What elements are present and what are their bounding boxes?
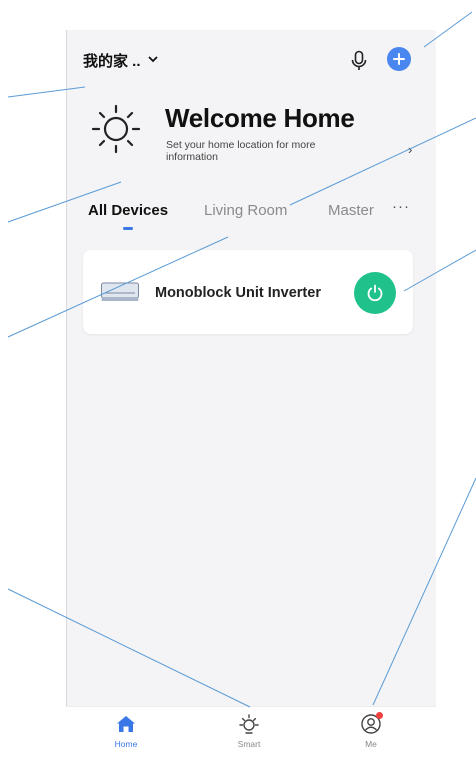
nav-me-label: Me xyxy=(365,739,377,749)
home-icon xyxy=(117,716,135,732)
chevron-down-icon xyxy=(147,55,158,66)
welcome-title: Welcome Home xyxy=(165,103,355,133)
chevron-right-icon: › xyxy=(408,142,413,157)
bottom-navigation: Home Smart Me xyxy=(66,706,436,762)
header: 我的家 .. xyxy=(66,30,436,90)
tab-living-room[interactable]: Living Room xyxy=(204,202,287,219)
nav-me[interactable]: Me xyxy=(336,712,406,749)
nav-home[interactable]: Home xyxy=(91,713,161,749)
sun-icon xyxy=(91,104,141,154)
nav-smart[interactable]: Smart xyxy=(214,713,284,749)
power-button[interactable] xyxy=(354,272,396,314)
more-tabs-icon[interactable]: ··· xyxy=(392,198,410,215)
microphone-icon[interactable] xyxy=(350,50,368,72)
nav-home-label: Home xyxy=(114,739,138,749)
air-conditioner-icon xyxy=(101,282,139,301)
nav-smart-label: Smart xyxy=(237,739,261,749)
sun-icon xyxy=(239,714,259,734)
notification-badge xyxy=(376,712,383,719)
device-name: Monoblock Unit Inverter xyxy=(155,285,321,301)
tab-all-devices[interactable]: All Devices xyxy=(88,202,168,219)
active-tab-indicator xyxy=(123,227,133,230)
power-icon xyxy=(367,284,383,302)
home-name: 我的家 .. xyxy=(83,53,141,70)
phone-screen: 我的家 .. Welcome Home Set your home locati… xyxy=(66,30,436,762)
add-device-button[interactable] xyxy=(387,47,411,71)
welcome-subtitle: Set your home location for more informat… xyxy=(166,139,316,163)
room-tabs: All Devices Living Room Master ··· xyxy=(66,190,436,234)
user-icon xyxy=(360,712,383,735)
welcome-banner[interactable]: Welcome Home Set your home location for … xyxy=(66,95,436,185)
home-selector[interactable]: 我的家 .. xyxy=(83,50,158,71)
tab-master[interactable]: Master xyxy=(328,202,374,219)
device-card[interactable]: Monoblock Unit Inverter xyxy=(83,250,413,334)
